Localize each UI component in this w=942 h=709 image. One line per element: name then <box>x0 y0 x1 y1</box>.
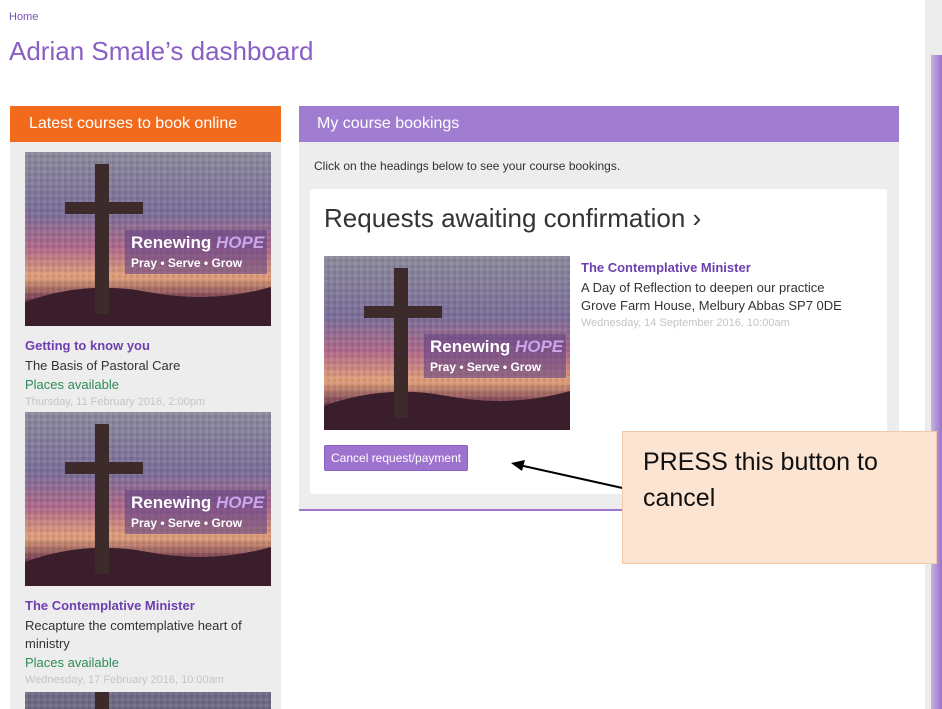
course-availability: Places available <box>25 655 119 670</box>
image-text-renewing: Renewing <box>131 233 216 252</box>
annotation-text: PRESS this button to cancel <box>643 448 878 512</box>
booking-title-link[interactable]: The Contemplative Minister <box>581 260 871 275</box>
svg-text:Renewing HOPE: Renewing HOPE <box>131 493 265 512</box>
course-image[interactable]: Renewing HOPE Pray • Serve • Grow <box>25 412 271 586</box>
latest-courses-header: Latest courses to book online <box>10 106 281 142</box>
svg-text:Renewing HOPE: Renewing HOPE <box>430 337 564 356</box>
booking-details: The Contemplative Minister A Day of Refl… <box>581 260 871 329</box>
course-date: Thursday, 11 February 2016, 2:00pm <box>25 396 205 408</box>
course-title-link[interactable]: Getting to know you <box>25 338 266 353</box>
booking-course-image[interactable]: Renewing HOPE Pray • Serve • Grow <box>324 256 570 430</box>
image-text-hope: HOPE <box>216 233 265 252</box>
image-text-tagline: Pray • Serve • Grow <box>131 516 243 530</box>
annotation-arrow-icon <box>511 460 628 490</box>
booking-location: Grove Farm House, Melbury Abbas SP7 0DE <box>581 298 842 313</box>
course-subtitle: Recapture the comtemplative heart of min… <box>25 618 242 651</box>
breadcrumb-home[interactable]: Home <box>9 11 38 23</box>
bookings-instructions: Click on the headings below to see your … <box>314 159 621 173</box>
course-title-link[interactable]: The Contemplative Minister <box>25 598 266 613</box>
cancel-request-button[interactable]: Cancel request/payment <box>324 445 469 471</box>
my-course-bookings-header: My course bookings <box>299 106 899 142</box>
annotation-note: PRESS this button to cancel <box>622 431 937 564</box>
latest-courses-panel: Latest courses to book online Renewing H… <box>10 106 281 709</box>
course-subtitle: The Basis of Pastoral Care <box>25 358 181 373</box>
course-image[interactable]: Renewing HOPE Pray • Serve • Grow <box>25 152 271 326</box>
image-text-tagline: Pray • Serve • Grow <box>430 360 542 374</box>
image-text-renewing: Renewing <box>430 337 515 356</box>
image-text-hope: HOPE <box>216 493 265 512</box>
course-image-partial[interactable] <box>25 692 271 709</box>
image-text-renewing: Renewing <box>131 493 216 512</box>
image-text-hope: HOPE <box>515 337 564 356</box>
course-card: Renewing HOPE Pray • Serve • Grow Gettin… <box>10 142 281 408</box>
course-card: Renewing HOPE Pray • Serve • Grow The Co… <box>10 408 281 709</box>
page-title: Adrian Smale’s dashboard <box>9 36 314 66</box>
requests-awaiting-heading[interactable]: Requests awaiting confirmation › <box>324 203 701 234</box>
booking-description: A Day of Reflection to deepen our practi… <box>581 280 825 295</box>
course-date: Wednesday, 17 February 2016, 10:00am <box>25 674 224 686</box>
page-scrollbar-thumb[interactable] <box>931 55 942 709</box>
booking-date: Wednesday, 14 September 2016, 10:00am <box>581 317 790 329</box>
svg-text:Renewing HOPE: Renewing HOPE <box>131 233 265 252</box>
course-availability: Places available <box>25 377 119 392</box>
image-text-tagline: Pray • Serve • Grow <box>131 256 243 270</box>
